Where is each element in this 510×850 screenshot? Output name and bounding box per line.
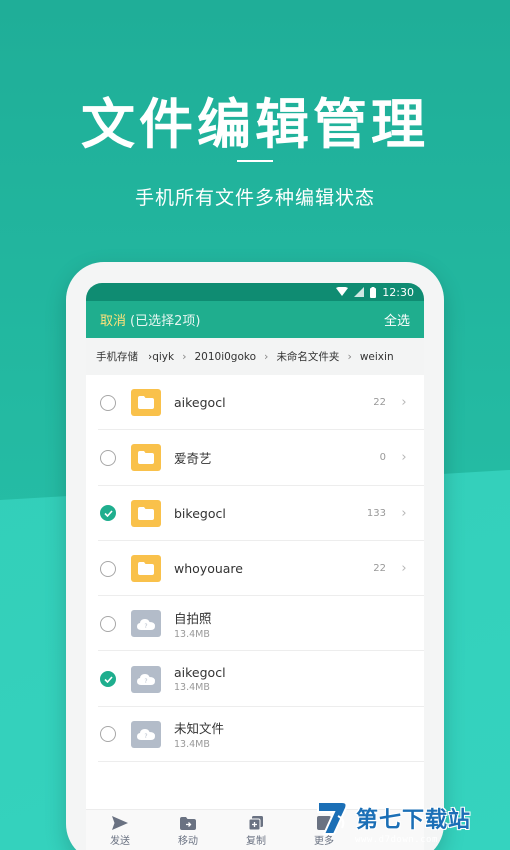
d7-logo-icon [317, 801, 348, 835]
cancel-button[interactable]: 取消 [100, 310, 126, 329]
status-time: 12:30 [382, 285, 414, 299]
cloud-file-icon: ? [131, 720, 161, 748]
list-item[interactable]: ? 自拍照 13.4MB [86, 596, 424, 652]
send-button[interactable]: 发送 [86, 810, 154, 850]
breadcrumb-item[interactable]: weixin [360, 351, 394, 363]
copy-icon [249, 816, 263, 830]
file-size: 13.4MB [174, 739, 210, 751]
file-name: aikegocl [174, 665, 226, 681]
breadcrumb-item[interactable]: 手机存储 [96, 349, 138, 364]
file-name: whoyouare [174, 561, 243, 577]
file-name: 未知文件 [174, 721, 225, 737]
status-bar: 12:30 [86, 283, 424, 301]
file-size: 13.4MB [174, 682, 210, 694]
list-item[interactable]: bikegocl 133 › [86, 486, 424, 542]
checkmark-icon [103, 676, 113, 683]
svg-text:?: ? [144, 678, 147, 685]
checkmark-icon [103, 510, 113, 517]
chevron-right-icon: › [182, 350, 187, 363]
breadcrumb-item[interactable]: 未命名文件夹 [276, 349, 339, 364]
copy-button[interactable]: 复制 [222, 810, 290, 850]
move-folder-icon [180, 816, 196, 830]
watermark-url: www.d7down.com [355, 835, 438, 845]
folder-icon [131, 444, 161, 472]
item-count: 133 [366, 507, 386, 519]
breadcrumb-item[interactable]: 2010i0goko [194, 351, 256, 363]
file-list: aikegocl 22 › 爱奇艺 0 › bikegocl 133 › who… [86, 375, 424, 763]
select-all-button[interactable]: 全选 [384, 310, 410, 329]
cloud-file-icon: ? [131, 610, 161, 638]
item-count: 0 [379, 452, 386, 464]
wifi-icon [336, 287, 349, 296]
phone-screen: 12:30 取消 (已选择2项) 全选 手机存储 ›qiyk › 2010i0g… [86, 283, 424, 850]
chevron-right-icon: › [401, 561, 407, 577]
breadcrumb: 手机存储 ›qiyk › 2010i0goko › 未命名文件夹 › weixi… [86, 338, 424, 375]
hero-divider [237, 160, 273, 162]
signal-icon [354, 287, 365, 297]
folder-icon [131, 499, 161, 527]
file-size: 13.4MB [174, 628, 210, 640]
watermark-brand: 第七下载站 [356, 808, 472, 833]
chevron-right-icon: › [401, 450, 407, 466]
move-button[interactable]: 移动 [154, 810, 222, 850]
selection-toolbar: 取消 (已选择2项) 全选 [86, 301, 424, 338]
battery-icon [370, 286, 377, 298]
list-item[interactable]: aikegocl 22 › [86, 375, 424, 431]
checkbox[interactable] [100, 726, 116, 743]
file-name: bikegocl [174, 505, 226, 521]
file-name: 爱奇艺 [174, 451, 212, 467]
chevron-right-icon: › [401, 395, 407, 411]
list-item[interactable]: whoyouare 22 › [86, 541, 424, 597]
breadcrumb-item[interactable]: ›qiyk [148, 351, 174, 363]
selected-count: (已选择2项) [130, 314, 201, 329]
folder-icon [131, 555, 161, 583]
item-count: 22 [373, 397, 386, 409]
move-label: 移动 [178, 835, 198, 847]
send-icon [112, 816, 128, 830]
folder-icon [131, 389, 161, 417]
list-item[interactable]: ? 未知文件 13.4MB [86, 707, 424, 763]
copy-label: 复制 [246, 836, 266, 847]
file-name: 自拍照 [174, 610, 212, 626]
list-item[interactable]: ? aikegocl 13.4MB [86, 651, 424, 708]
item-count: 22 [373, 563, 386, 575]
hero-subtitle: 手机所有文件多种编辑状态 [134, 187, 375, 209]
checkbox-checked[interactable] [100, 505, 116, 522]
list-item[interactable]: 爱奇艺 0 › [86, 430, 424, 486]
chevron-right-icon: › [347, 350, 352, 363]
chevron-right-icon: › [401, 505, 407, 521]
chevron-right-icon: › [264, 350, 269, 363]
cloud-file-icon: ? [131, 665, 161, 693]
checkbox[interactable] [100, 449, 116, 466]
hero-title: 文件编辑管理 [81, 92, 429, 156]
watermark-logo: 第七下载站 [312, 798, 471, 838]
checkbox[interactable] [100, 560, 116, 577]
checkbox[interactable] [100, 615, 116, 632]
svg-text:?: ? [144, 623, 147, 630]
checkbox[interactable] [100, 394, 116, 411]
send-label: 发送 [110, 836, 130, 847]
svg-text:?: ? [144, 733, 147, 740]
checkbox-checked[interactable] [100, 671, 116, 688]
file-name: aikegocl [174, 395, 226, 411]
